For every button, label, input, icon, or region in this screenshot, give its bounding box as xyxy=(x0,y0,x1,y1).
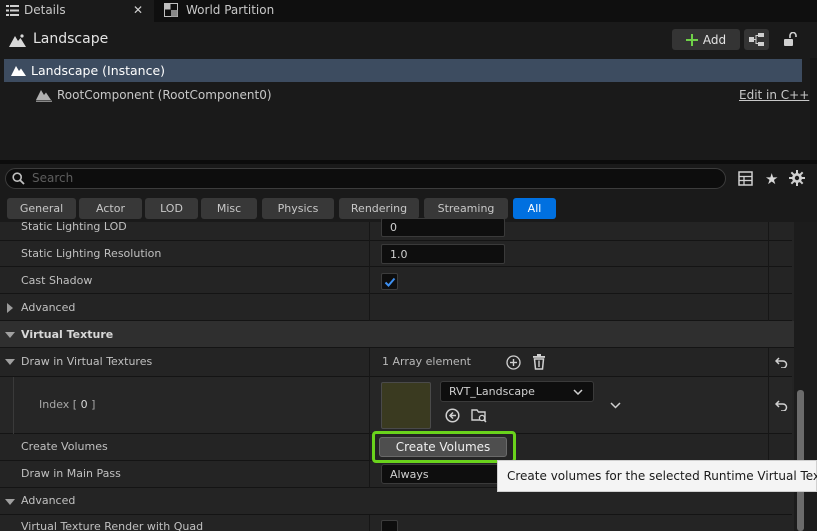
draw-in-main-pass-dropdown[interactable]: Always xyxy=(381,464,505,484)
actor-title: Landscape xyxy=(33,31,109,47)
filter-physics[interactable]: Physics xyxy=(262,198,334,219)
lock-icon[interactable] xyxy=(783,32,797,47)
landscape-icon xyxy=(9,33,26,47)
filter-all[interactable]: All xyxy=(513,198,556,219)
create-volumes-label: Create Volumes xyxy=(21,440,108,453)
tooltip: Create volumes for the selected Runtime … xyxy=(497,460,817,492)
tab-details-label: Details xyxy=(24,3,66,17)
collapse-arrow-icon[interactable] xyxy=(5,359,15,365)
use-selected-asset-icon[interactable] xyxy=(445,408,460,423)
filter-actor[interactable]: Actor xyxy=(79,198,142,219)
filter-streaming[interactable]: Streaming xyxy=(424,198,508,219)
plus-icon xyxy=(685,33,698,46)
tab-world-partition[interactable]: World Partition xyxy=(155,0,325,22)
filter-misc[interactable]: Misc xyxy=(201,198,257,219)
draw-in-main-pass-value: Always xyxy=(390,467,429,481)
asset-name: RVT_Landscape xyxy=(449,385,535,398)
edit-in-cpp-link[interactable]: Edit in C++ xyxy=(739,88,809,102)
indent-guide xyxy=(13,377,14,434)
search-input[interactable] xyxy=(5,168,726,189)
advanced-label: Advanced xyxy=(21,494,76,507)
static-lighting-resolution-label: Static Lighting Resolution xyxy=(21,247,162,260)
filter-rendering[interactable]: Rendering xyxy=(339,198,419,219)
vt-render-quad-label: Virtual Texture Render with Quad xyxy=(21,520,204,531)
root-component-label[interactable]: RootComponent (RootComponent0) xyxy=(57,88,272,102)
column-separator[interactable] xyxy=(369,348,370,488)
array-element-count: 1 Array element xyxy=(382,355,471,368)
browse-asset-icon[interactable] xyxy=(471,407,487,423)
index-label: Index [ 0 ] xyxy=(39,398,96,411)
cast-shadow-checkbox[interactable] xyxy=(381,273,398,290)
add-element-icon[interactable] xyxy=(506,355,521,370)
vt-render-quad-checkbox[interactable] xyxy=(381,520,398,531)
add-component-button[interactable]: Add xyxy=(672,29,740,50)
property-row-advanced-2[interactable] xyxy=(0,488,792,515)
filter-lod[interactable]: LOD xyxy=(145,198,198,219)
reset-to-default-icon[interactable] xyxy=(775,357,788,368)
static-lighting-resolution-input[interactable]: 1.0 xyxy=(381,244,505,264)
root-component-icon xyxy=(36,88,52,102)
expand-arrow-icon[interactable] xyxy=(7,303,13,313)
column-separator xyxy=(768,222,769,321)
checkmark-icon xyxy=(384,276,396,288)
chevron-down-icon[interactable] xyxy=(610,402,621,409)
asset-thumbnail[interactable] xyxy=(381,382,431,429)
draw-in-virtual-textures-label: Draw in Virtual Textures xyxy=(21,355,153,368)
hierarchy-icon xyxy=(749,33,764,46)
settings-gear-icon[interactable] xyxy=(789,170,805,186)
trash-icon[interactable] xyxy=(532,354,546,370)
collapse-arrow-icon[interactable] xyxy=(5,499,15,505)
search-placeholder: Search xyxy=(32,171,74,185)
add-button-label: Add xyxy=(702,32,727,47)
reset-to-default-icon[interactable] xyxy=(775,400,788,411)
cast-shadow-label: Cast Shadow xyxy=(21,274,93,287)
chevron-down-icon xyxy=(573,389,583,395)
table-view-icon[interactable] xyxy=(738,171,753,186)
world-partition-icon xyxy=(164,3,178,17)
filter-general[interactable]: General xyxy=(7,198,76,219)
selected-component-label: Landscape (Instance) xyxy=(31,63,166,78)
static-lighting-lod-label: Static Lighting LOD xyxy=(21,220,127,233)
column-separator[interactable] xyxy=(369,222,370,321)
tab-details[interactable]: Details ✕ xyxy=(0,0,154,22)
asset-picker-dropdown[interactable]: RVT_Landscape xyxy=(440,381,594,402)
static-lighting-lod-input[interactable]: 0 xyxy=(381,218,505,237)
favorites-star-icon[interactable]: ★ xyxy=(765,170,778,188)
category-virtual-texture[interactable] xyxy=(0,321,794,348)
advanced-label: Advanced xyxy=(21,301,76,314)
collapse-arrow-icon[interactable] xyxy=(5,332,15,338)
blueprint-button[interactable] xyxy=(744,29,769,50)
details-list-icon xyxy=(6,4,19,17)
create-volumes-button[interactable]: Create Volumes xyxy=(379,437,507,457)
landscape-instance-icon xyxy=(11,64,26,76)
close-tab-icon[interactable]: ✕ xyxy=(133,3,143,17)
tab-world-partition-label: World Partition xyxy=(186,3,275,17)
draw-in-main-pass-label: Draw in Main Pass xyxy=(21,467,121,480)
search-icon xyxy=(12,172,25,185)
column-separator[interactable] xyxy=(369,515,370,531)
virtual-texture-category-label: Virtual Texture xyxy=(21,328,114,341)
property-row-advanced[interactable] xyxy=(0,294,792,321)
